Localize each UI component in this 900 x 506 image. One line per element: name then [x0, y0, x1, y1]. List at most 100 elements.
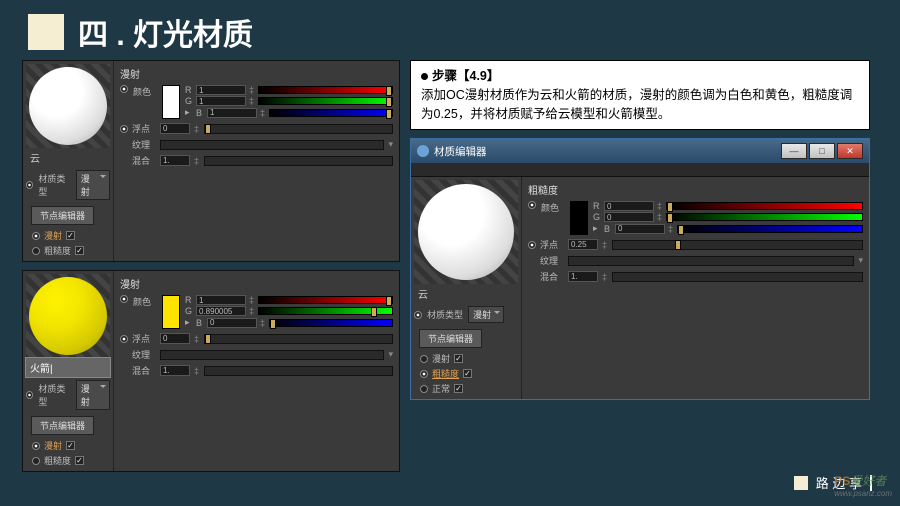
menubar[interactable] [411, 163, 869, 177]
app-icon [417, 145, 429, 157]
radio-icon[interactable] [26, 391, 33, 399]
radio-icon[interactable] [26, 181, 33, 189]
color-swatch[interactable] [162, 295, 180, 329]
window-titlebar[interactable]: 材质编辑器 — □ ✕ [411, 139, 869, 163]
node-editor-button[interactable]: 节点编辑器 [31, 416, 94, 435]
material-type-dropdown[interactable]: 漫射 [76, 380, 110, 410]
diffuse-check-label: 漫射 [44, 229, 62, 242]
checkbox-icon[interactable] [66, 441, 75, 450]
radio-icon[interactable] [32, 442, 40, 450]
channel-g: G [185, 306, 193, 316]
spinner-icon[interactable]: ‡ [249, 96, 255, 106]
r-value[interactable]: 1 [196, 85, 246, 95]
checkbox-icon[interactable] [463, 369, 472, 378]
radio-icon[interactable] [414, 311, 422, 319]
mix-slider[interactable] [612, 272, 863, 282]
b-slider[interactable] [269, 319, 393, 327]
radio-icon[interactable] [32, 247, 40, 255]
float-label: 浮点 [132, 332, 156, 345]
close-button[interactable]: ✕ [837, 143, 863, 159]
node-editor-button[interactable]: 节点编辑器 [419, 329, 482, 348]
spinner-icon[interactable]: ‡ [260, 318, 266, 328]
float-slider[interactable] [612, 240, 863, 250]
material-name[interactable]: 云 [26, 148, 110, 167]
material-type-dropdown[interactable]: 漫射 [468, 306, 504, 323]
preview-backdrop [26, 64, 110, 148]
spinner-icon[interactable]: ‡ [194, 156, 200, 166]
float-slider[interactable] [204, 124, 393, 134]
channel-b: B [604, 224, 612, 234]
texture-slot[interactable] [160, 140, 384, 150]
g-slider[interactable] [666, 213, 863, 221]
radio-icon[interactable] [120, 295, 128, 303]
mix-slider[interactable] [204, 156, 393, 166]
minimize-button[interactable]: — [781, 143, 807, 159]
r-slider[interactable] [666, 202, 863, 210]
spinner-icon[interactable]: ‡ [194, 124, 200, 134]
g-slider[interactable] [258, 307, 393, 315]
radio-icon[interactable] [420, 370, 428, 378]
mix-value[interactable]: 1. [160, 365, 190, 376]
texture-label: 纹理 [132, 138, 156, 151]
material-name[interactable]: 云 [414, 284, 518, 303]
radio-icon[interactable] [120, 125, 128, 133]
material-name-editing[interactable]: 火箭| [26, 358, 110, 377]
checkbox-icon[interactable] [75, 246, 84, 255]
chevron-down-icon[interactable]: ▾ [388, 349, 393, 360]
g-value[interactable]: 0 [604, 212, 654, 222]
radio-icon[interactable] [32, 457, 40, 465]
maximize-button[interactable]: □ [809, 143, 835, 159]
spinner-icon[interactable]: ‡ [249, 295, 255, 305]
node-editor-button[interactable]: 节点编辑器 [31, 206, 94, 225]
float-value[interactable]: 0 [160, 123, 190, 134]
chevron-down-icon[interactable]: ▾ [858, 255, 863, 266]
g-value[interactable]: 0.890005 [196, 306, 246, 316]
spinner-icon[interactable]: ‡ [602, 272, 608, 282]
texture-slot[interactable] [568, 256, 854, 266]
checkbox-icon[interactable] [454, 354, 463, 363]
r-slider[interactable] [258, 86, 393, 94]
spinner-icon[interactable]: ‡ [602, 240, 608, 250]
radio-icon[interactable] [528, 201, 536, 209]
checkbox-icon[interactable] [454, 384, 463, 393]
material-type-dropdown[interactable]: 漫射 [76, 170, 110, 200]
radio-icon[interactable] [420, 355, 428, 363]
spinner-icon[interactable]: ‡ [249, 85, 255, 95]
color-label: 颜色 [541, 201, 565, 214]
color-swatch[interactable] [162, 85, 180, 119]
mix-slider[interactable] [204, 366, 393, 376]
mix-value[interactable]: 1. [568, 271, 598, 282]
checkbox-icon[interactable] [75, 456, 84, 465]
radio-icon[interactable] [120, 335, 128, 343]
radio-icon[interactable] [528, 241, 536, 249]
spinner-icon[interactable]: ‡ [194, 334, 200, 344]
spinner-icon[interactable]: ‡ [657, 201, 663, 211]
r-value[interactable]: 0 [604, 201, 654, 211]
texture-slot[interactable] [160, 350, 384, 360]
b-value[interactable]: 0 [207, 318, 257, 328]
b-value[interactable]: 1 [207, 108, 257, 118]
g-value[interactable]: 1 [196, 96, 246, 106]
color-swatch[interactable] [570, 201, 588, 235]
spinner-icon[interactable]: ‡ [668, 224, 674, 234]
mix-value[interactable]: 1. [160, 155, 190, 166]
spinner-icon[interactable]: ‡ [249, 306, 255, 316]
r-slider[interactable] [258, 296, 393, 304]
float-slider[interactable] [204, 334, 393, 344]
radio-icon[interactable] [32, 232, 40, 240]
g-slider[interactable] [258, 97, 393, 105]
chevron-down-icon[interactable]: ▾ [388, 139, 393, 150]
b-slider[interactable] [677, 225, 863, 233]
float-value[interactable]: 0 [160, 333, 190, 344]
b-value[interactable]: 0 [615, 224, 665, 234]
radio-icon[interactable] [420, 385, 428, 393]
spinner-icon[interactable]: ‡ [194, 366, 200, 376]
r-value[interactable]: 1 [196, 295, 246, 305]
checkbox-icon[interactable] [66, 231, 75, 240]
radio-icon[interactable] [120, 85, 128, 93]
spinner-icon[interactable]: ‡ [657, 212, 663, 222]
b-slider[interactable] [269, 109, 393, 117]
spinner-icon[interactable]: ‡ [260, 108, 266, 118]
float-value[interactable]: 0.25 [568, 239, 598, 250]
channel-r: R [185, 295, 193, 305]
